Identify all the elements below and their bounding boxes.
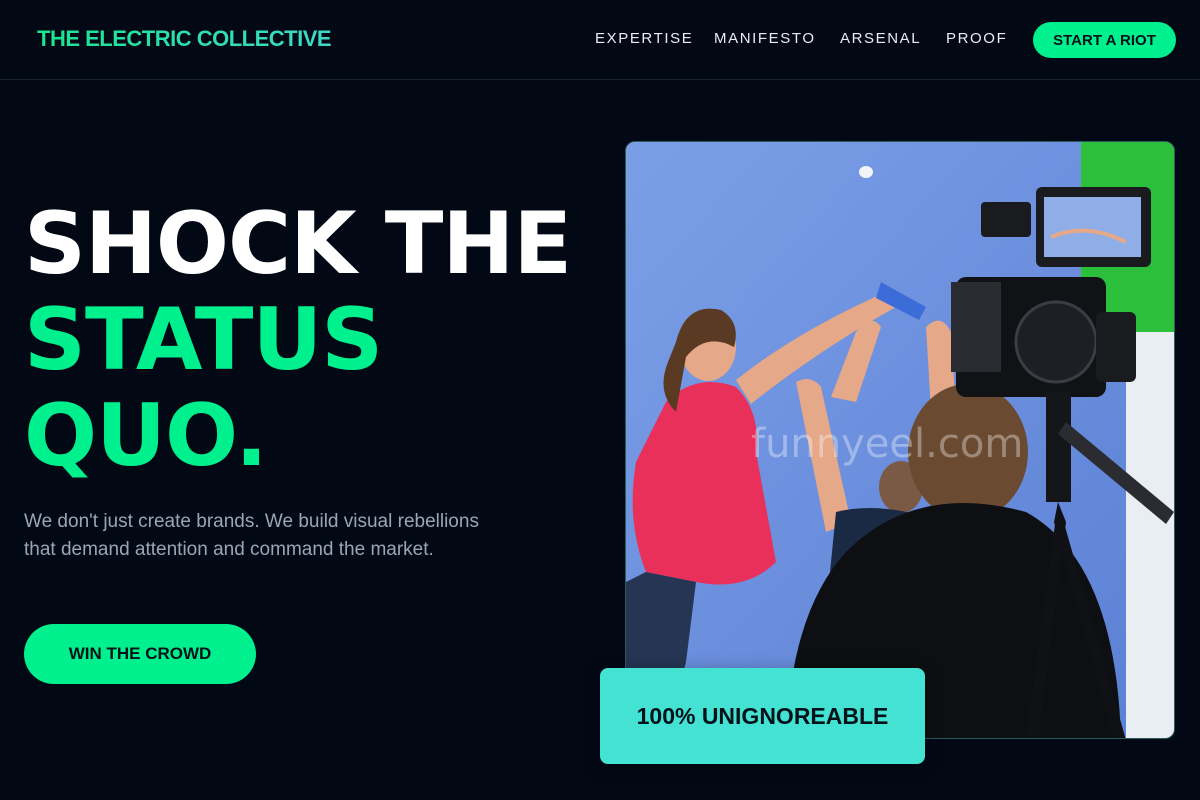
site-header: THE ELECTRIC COLLECTIVE EXPERTISE MANIFE… — [0, 0, 1200, 80]
film-set-illustration: funnyeel.com — [626, 142, 1174, 738]
brand-logo[interactable]: THE ELECTRIC COLLECTIVE — [37, 26, 332, 52]
hero-image-film-set: funnyeel.com — [625, 141, 1175, 739]
nav-link-arsenal[interactable]: ARSENAL — [840, 30, 921, 47]
headline-line-3: QUO. — [24, 386, 268, 486]
unignoreable-badge: 100% UNIGNOREABLE — [600, 668, 925, 764]
win-the-crowd-button[interactable]: WIN THE CROWD — [24, 624, 256, 684]
nav-link-proof[interactable]: PROOF — [946, 30, 1007, 47]
nav-link-manifesto[interactable]: MANIFESTO — [714, 30, 816, 47]
image-watermark: funnyeel.com — [751, 421, 1023, 467]
hero-description: We don't just create brands. We build vi… — [24, 511, 479, 560]
headline-line-1: SHOCK THE — [24, 194, 572, 294]
headline-line-2: STATUS — [24, 290, 383, 390]
nav-link-expertise[interactable]: EXPERTISE — [595, 30, 693, 47]
hero-headline: SHOCK THE STATUS QUO. — [24, 194, 572, 486]
start-a-riot-button[interactable]: START A RIOT — [1033, 22, 1176, 58]
